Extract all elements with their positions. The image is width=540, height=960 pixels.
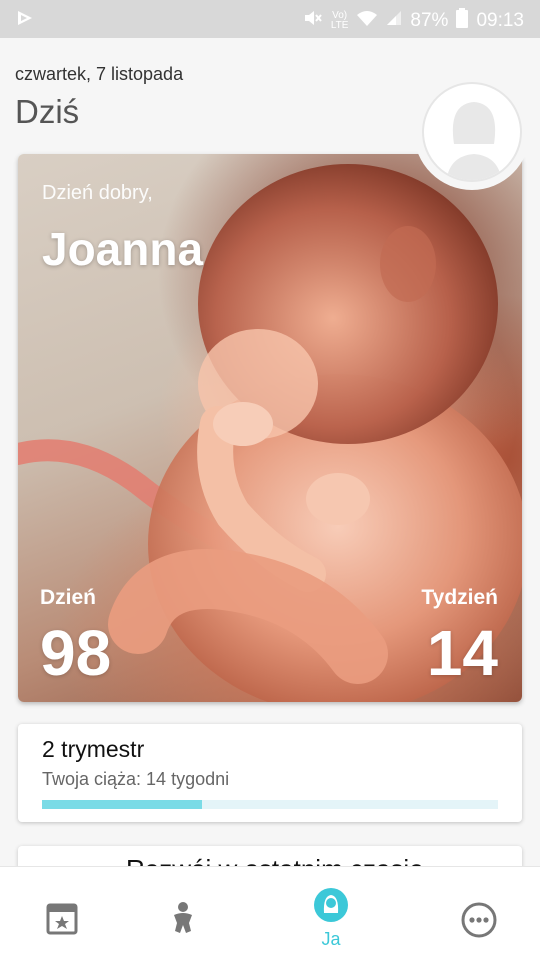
pregnancy-hero-card[interactable]: Dzień dobry, Joanna Dzień 98 Tydzień 14 (18, 154, 522, 702)
current-date: czwartek, 7 listopada (15, 64, 184, 84)
pregnancy-duration: Twoja ciąża: 14 tygodni (42, 769, 230, 789)
calendar-star-icon (46, 903, 78, 935)
baby-icon (174, 902, 192, 933)
greeting-text: Dzień dobry, (42, 182, 153, 204)
bottom-navigation: Ja (0, 866, 540, 960)
week-label: Tydzień (421, 586, 498, 609)
trimester-progress-fill (42, 800, 202, 809)
clock: 09:13 (476, 10, 524, 31)
signal-icon (386, 10, 402, 32)
volte-icon: Vo) LTE (330, 10, 349, 31)
battery-percent: 87% (410, 10, 449, 31)
more-icon (461, 902, 497, 938)
day-label: Dzień (40, 586, 97, 609)
trimester-card[interactable]: 2 trymestr Twoja ciąża: 14 tygodni (18, 724, 522, 822)
user-name: Joanna (42, 223, 204, 275)
mute-icon (303, 9, 323, 33)
page-title: Dziś (15, 93, 80, 130)
trimester-title: 2 trymestr (42, 736, 145, 762)
nav-me-label: Ja (321, 929, 341, 949)
nav-baby[interactable] (133, 867, 233, 960)
trimester-progress-bar (42, 800, 498, 809)
wifi-icon (356, 9, 378, 33)
day-count: 98 (40, 617, 112, 689)
profile-avatar[interactable] (414, 74, 530, 190)
nav-calendar[interactable] (12, 867, 112, 960)
status-bar: Vo) LTE 87% 09:13 (0, 0, 540, 38)
app-notification-icon (16, 9, 34, 32)
nav-more[interactable] (429, 867, 529, 960)
avatar-placeholder-icon (422, 82, 522, 182)
mother-icon (314, 888, 348, 922)
nav-me[interactable]: Ja (281, 867, 381, 960)
week-count: 14 (426, 617, 498, 689)
battery-icon (456, 8, 469, 34)
